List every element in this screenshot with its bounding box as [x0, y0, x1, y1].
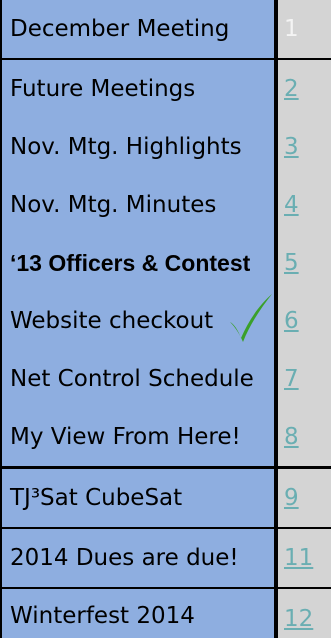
toc-page-cell: 3: [278, 118, 331, 176]
toc-title: Winterfest 2014: [2, 589, 274, 638]
toc-row-officers-contest: ‘13 Officers & Contest 5: [0, 234, 331, 292]
toc-page-cell: 5: [278, 234, 331, 292]
toc-page-cell: 9: [278, 469, 331, 527]
toc-page-cell: 6: [278, 292, 331, 350]
toc-page-link[interactable]: 7: [284, 366, 299, 392]
toc-row-nov-minutes: Nov. Mtg. Minutes 4: [0, 176, 331, 234]
toc-row-future-meetings: Future Meetings 2: [0, 60, 331, 118]
toc-page-link[interactable]: 3: [284, 134, 299, 160]
toc-row-cubesat: TJ³Sat CubeSat 9: [0, 469, 331, 527]
toc-page-link[interactable]: 8: [284, 424, 299, 450]
toc-row-december-meeting: December Meeting 1: [0, 0, 331, 58]
toc-row-winterfest: Winterfest 2014 12: [0, 589, 331, 638]
toc-page-cell: 11: [278, 529, 331, 587]
toc-page-cell: 12: [278, 589, 331, 638]
checkmark-icon: [230, 294, 272, 342]
toc-page-link[interactable]: 6: [284, 308, 299, 334]
toc-page-cell: 7: [278, 350, 331, 408]
toc-title: My View From Here!: [2, 408, 274, 466]
toc-title: Future Meetings: [2, 60, 274, 118]
toc-title: December Meeting: [2, 0, 274, 58]
toc-page-link[interactable]: 2: [284, 76, 299, 102]
toc-title: Nov. Mtg. Highlights: [2, 118, 274, 176]
toc-row-dues: 2014 Dues are due! 11: [0, 529, 331, 587]
toc-row-net-control: Net Control Schedule 7: [0, 350, 331, 408]
toc-page-link[interactable]: 5: [284, 250, 299, 276]
toc-row-my-view: My View From Here! 8: [0, 408, 331, 466]
toc-page-link[interactable]: 9: [284, 485, 299, 511]
toc-page-cell: 1: [278, 0, 331, 58]
table-of-contents: December Meeting 1 Future Meetings 2 Nov…: [0, 0, 331, 638]
toc-page-link[interactable]: 11: [284, 545, 313, 571]
toc-title: TJ³Sat CubeSat: [2, 469, 274, 527]
toc-title: Nov. Mtg. Minutes: [2, 176, 274, 234]
toc-row-nov-highlights: Nov. Mtg. Highlights 3: [0, 118, 331, 176]
toc-page-cell: 2: [278, 60, 331, 118]
toc-page-link[interactable]: 4: [284, 192, 299, 218]
toc-page-cell: 8: [278, 408, 331, 466]
toc-title: ‘13 Officers & Contest: [2, 234, 274, 292]
toc-page-cell: 4: [278, 176, 331, 234]
toc-page-link[interactable]: 12: [284, 606, 313, 632]
toc-row-website-checkout: Website checkout 6: [0, 292, 331, 350]
toc-title: 2014 Dues are due!: [2, 529, 274, 587]
toc-title: Net Control Schedule: [2, 350, 274, 408]
toc-page-number: 1: [284, 16, 299, 42]
